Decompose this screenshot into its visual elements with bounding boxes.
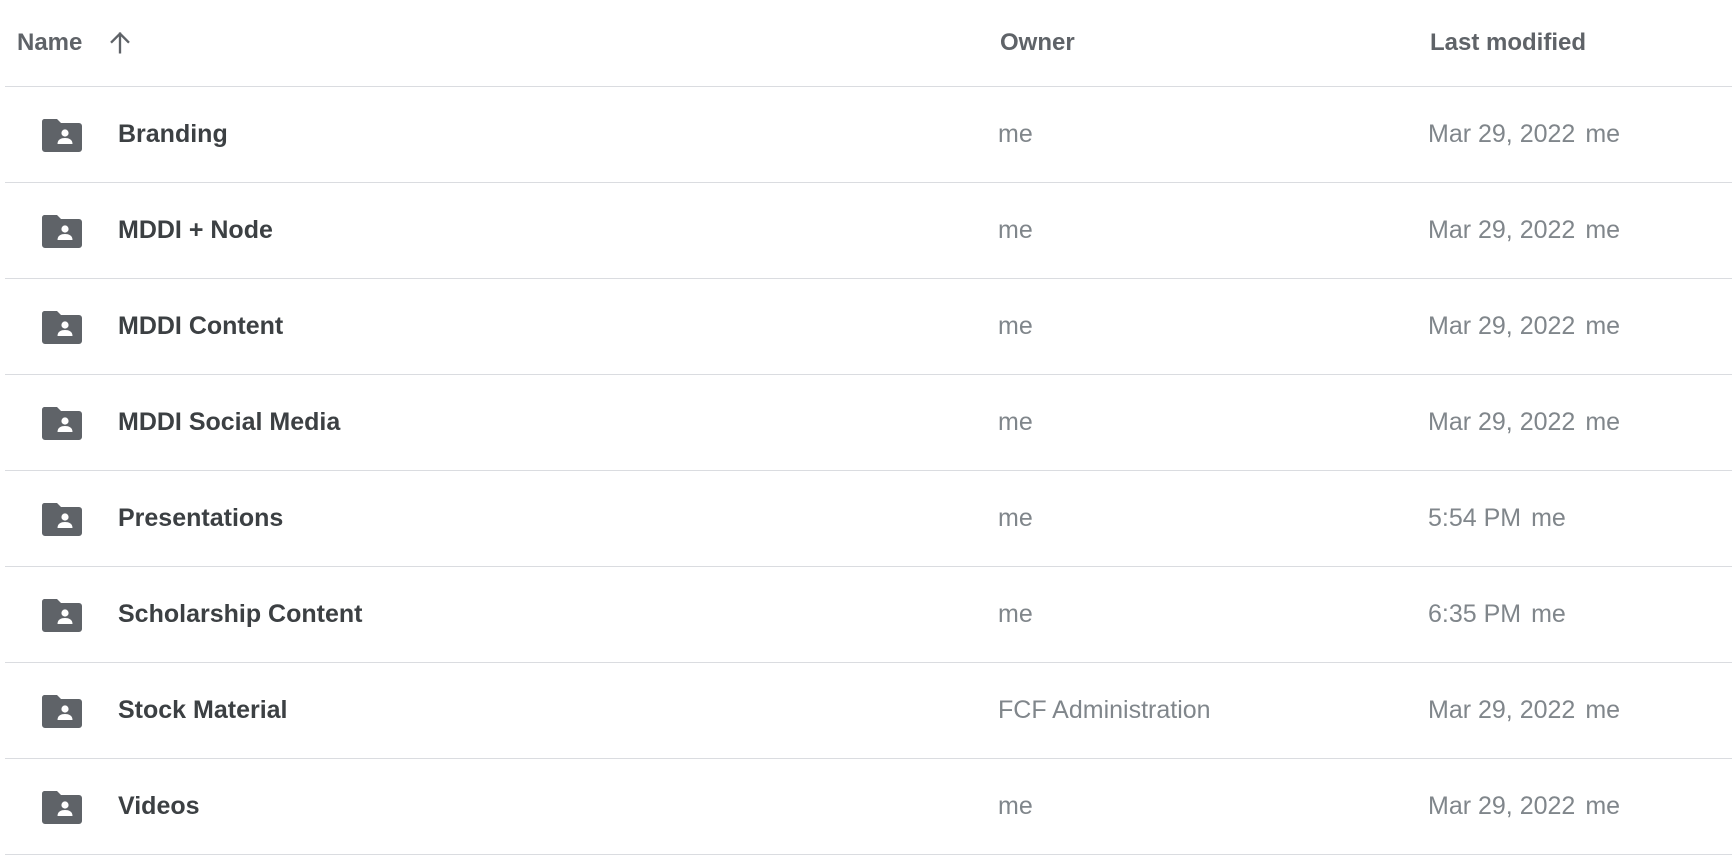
modified-by: me [1531, 600, 1566, 628]
file-name: Videos [118, 792, 200, 820]
file-last-modified: Mar 29, 2022 me [1428, 279, 1620, 374]
modified-date: Mar 29, 2022 [1428, 120, 1576, 148]
table-row[interactable]: Presentations me 5:54 PM me [5, 471, 1732, 567]
file-owner: me [998, 408, 1033, 436]
file-list-header: Name Owner Last modified [5, 0, 1732, 87]
modified-date: 6:35 PM [1428, 600, 1522, 628]
shared-folder-icon [41, 119, 82, 152]
file-owner: FCF Administration [998, 696, 1211, 724]
modified-by: me [1585, 312, 1621, 340]
table-row[interactable]: Stock Material FCF Administration Mar 29… [5, 663, 1732, 759]
file-name: Scholarship Content [118, 600, 363, 628]
table-row[interactable]: MDDI Social Media me Mar 29, 2022 me [5, 375, 1732, 471]
modified-date: 5:54 PM [1428, 504, 1522, 532]
file-owner: me [998, 792, 1033, 820]
file-last-modified: 6:35 PM me [1428, 567, 1566, 662]
shared-folder-icon [41, 215, 82, 248]
file-owner: me [998, 504, 1033, 532]
modified-by: me [1531, 504, 1566, 532]
file-name: Stock Material [118, 696, 288, 724]
file-list-table: Name Owner Last modified Branding me Mar… [0, 0, 1732, 855]
file-last-modified: 5:54 PM me [1428, 471, 1566, 566]
modified-date: Mar 29, 2022 [1428, 312, 1576, 340]
table-row[interactable]: MDDI + Node me Mar 29, 2022 me [5, 183, 1732, 279]
modified-by: me [1585, 696, 1621, 724]
shared-folder-icon [41, 407, 82, 440]
modified-header-label: Last modified [1430, 29, 1587, 56]
file-last-modified: Mar 29, 2022 me [1428, 759, 1620, 854]
file-name: Presentations [118, 504, 284, 532]
shared-folder-icon [41, 311, 82, 344]
name-column-header[interactable]: Name [17, 0, 134, 86]
arrow-up-icon[interactable] [106, 29, 134, 57]
table-row[interactable]: Scholarship Content me 6:35 PM me [5, 567, 1732, 663]
shared-folder-icon [41, 695, 82, 728]
owner-header-label: Owner [1000, 29, 1075, 56]
file-last-modified: Mar 29, 2022 me [1428, 375, 1620, 470]
modified-date: Mar 29, 2022 [1428, 408, 1576, 436]
owner-column-header: Owner [1000, 0, 1075, 86]
table-row[interactable]: Branding me Mar 29, 2022 me [5, 87, 1732, 183]
table-row[interactable]: Videos me Mar 29, 2022 me [5, 759, 1732, 855]
file-list-rows: Branding me Mar 29, 2022 me MDDI + Node … [0, 87, 1732, 855]
file-last-modified: Mar 29, 2022 me [1428, 87, 1620, 182]
file-name: Branding [118, 120, 228, 148]
file-name: MDDI Social Media [118, 408, 341, 436]
shared-folder-icon [41, 791, 82, 824]
file-owner: me [998, 312, 1033, 340]
modified-date: Mar 29, 2022 [1428, 792, 1576, 820]
file-name: MDDI Content [118, 312, 284, 340]
modified-by: me [1585, 408, 1621, 436]
modified-by: me [1585, 120, 1621, 148]
modified-by: me [1585, 216, 1621, 244]
file-last-modified: Mar 29, 2022 me [1428, 183, 1620, 278]
modified-by: me [1585, 792, 1621, 820]
file-name: MDDI + Node [118, 216, 273, 244]
last-modified-column-header[interactable]: Last modified [1430, 0, 1586, 86]
file-owner: me [998, 600, 1033, 628]
file-last-modified: Mar 29, 2022 me [1428, 663, 1620, 758]
name-header-label: Name [17, 29, 83, 56]
file-owner: me [998, 120, 1033, 148]
modified-date: Mar 29, 2022 [1428, 216, 1576, 244]
shared-folder-icon [41, 599, 82, 632]
file-owner: me [998, 216, 1033, 244]
shared-folder-icon [41, 503, 82, 536]
modified-date: Mar 29, 2022 [1428, 696, 1576, 724]
table-row[interactable]: MDDI Content me Mar 29, 2022 me [5, 279, 1732, 375]
